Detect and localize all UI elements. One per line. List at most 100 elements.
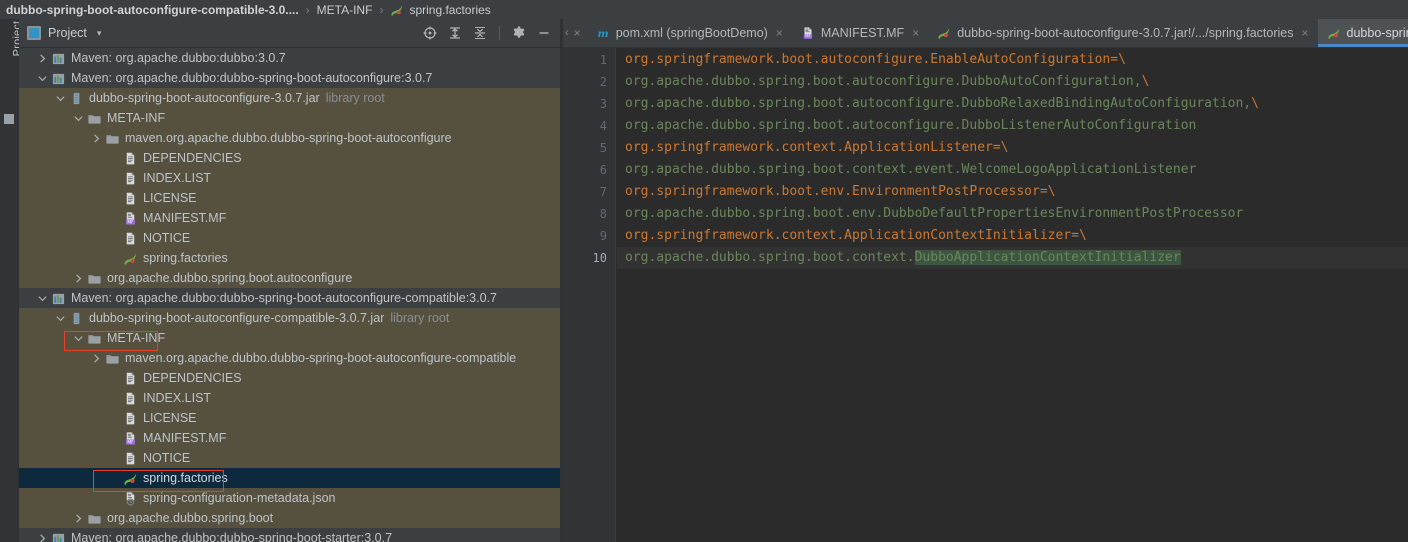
collapse-all-icon[interactable] [472,25,488,41]
chevron-down-icon[interactable] [37,73,48,84]
editor-tab[interactable]: dubbo-spring-boot-autoconfigure-3.0.7.ja… [928,19,1318,47]
code-line[interactable]: org.springframework.context.ApplicationC… [617,225,1408,247]
tree-item-label: MANIFEST.MF [143,431,227,445]
chevron-right-icon[interactable] [73,513,84,524]
close-icon[interactable]: × [574,26,581,40]
tree-row[interactable]: LICENSE [19,188,560,208]
tree-row[interactable]: maven.org.apache.dubbo.dubbo-spring-boot… [19,348,560,368]
tree-row[interactable]: NOTICE [19,228,560,248]
tree-row[interactable]: dubbo-spring-boot-autoconfigure-compatib… [19,308,560,328]
chevron-down-icon[interactable] [55,93,66,104]
breadcrumb-item[interactable]: dubbo-spring-boot-autoconfigure-compatib… [6,3,299,17]
tree-row[interactable]: DEPENDENCIES [19,368,560,388]
code-line[interactable]: org.apache.dubbo.spring.boot.context.Dub… [617,247,1408,269]
chevron-down-icon[interactable] [73,113,84,124]
tree-row[interactable]: dubbo-spring-boot-autoconfigure-3.0.7.ja… [19,88,560,108]
tree-row[interactable]: spring.factories [19,468,560,488]
chevron-right-icon[interactable] [37,533,48,542]
editor-tab[interactable]: m pom.xml (springBootDemo) × [586,19,792,47]
tree-row[interactable]: Maven: org.apache.dubbo:dubbo-spring-boo… [19,528,560,542]
line-number: 10 [592,251,607,265]
close-icon[interactable]: × [1302,26,1309,40]
jar-icon [73,92,80,104]
tree-row[interactable]: spring.factories [19,248,560,268]
close-icon[interactable]: × [776,26,783,40]
breadcrumb-item[interactable]: META-INF [317,3,373,17]
tree-row[interactable]: org.apache.dubbo.spring.boot [19,508,560,528]
spring-leaf-icon [1327,27,1339,40]
breadcrumb-item[interactable]: spring.factories [390,3,491,17]
tree-item-label: INDEX.LIST [143,391,212,405]
tree-row[interactable]: NOTICE [19,448,560,468]
tree-row[interactable]: Maven: org.apache.dubbo:dubbo-spring-boo… [19,68,560,88]
code-line[interactable]: org.apache.dubbo.spring.boot.context.eve… [617,159,1408,181]
spring-leaf-icon [391,4,403,16]
manifest-file-icon: MF [803,27,813,39]
code-content[interactable]: org.springframework.boot.autoconfigure.E… [617,48,1408,542]
text-file-icon [126,192,135,204]
chevron-right-icon[interactable] [91,353,102,364]
tree-row[interactable]: spring-configuration-metadata.json [19,488,560,508]
chevron-right-icon[interactable] [37,53,48,64]
close-icon[interactable]: × [912,26,919,40]
tree-item-label: org.apache.dubbo.spring.boot [107,511,274,525]
chevron-down-icon[interactable]: ▾ [97,28,102,39]
text-file-icon [126,172,135,184]
tree-item-label: org.apache.dubbo.spring.boot.autoconfigu… [107,271,353,285]
tree-row[interactable]: MF MANIFEST.MF [19,208,560,228]
breadcrumb-label: META-INF [316,2,373,17]
line-number-gutter: 1 2 3 4 5 6 7 8 9 10 [563,48,616,542]
tree-row[interactable]: INDEX.LIST [19,388,560,408]
tree-row[interactable]: Maven: org.apache.dubbo:dubbo:3.0.7 [19,48,560,68]
tree-item-label: DEPENDENCIES [143,371,242,385]
code-line[interactable]: org.springframework.context.ApplicationL… [617,137,1408,159]
tree-item-label: NOTICE [143,451,191,465]
chevron-down-icon[interactable] [37,293,48,304]
breadcrumb-label: dubbo-spring-boot-autoconfigure-compatib… [6,2,299,17]
line-number: 6 [599,163,607,177]
code-token: org.springframework.boot.env.Environment… [625,184,1056,199]
tree-item-label: DEPENDENCIES [143,151,242,165]
tree-item-label: dubbo-spring-boot-autoconfigure-compatib… [89,311,385,325]
code-token: org.apache.dubbo.spring.boot.autoconfigu… [625,96,1252,111]
tree-row[interactable]: META-INF [19,328,560,348]
spring-leaf-icon [938,27,950,40]
expand-all-icon[interactable] [447,25,463,41]
tree-row[interactable]: LICENSE [19,408,560,428]
tree-item-label: Maven: org.apache.dubbo:dubbo:3.0.7 [71,51,286,65]
chevron-right-icon[interactable] [73,273,84,284]
code-line[interactable]: org.springframework.boot.autoconfigure.E… [617,49,1408,71]
tree-row[interactable]: DEPENDENCIES [19,148,560,168]
tree-row[interactable]: maven.org.apache.dubbo.dubbo-spring-boot… [19,128,560,148]
tree-row[interactable]: Maven: org.apache.dubbo:dubbo-spring-boo… [19,288,560,308]
chevron-down-icon[interactable] [55,313,66,324]
editor-tab[interactable]: MF MANIFEST.MF × [791,19,929,47]
manifest-file-icon: MF [126,431,135,445]
editor-tab-bar: ‹ × m pom.xml (springBootDemo) × MF MANIFEST.M… [563,19,1408,48]
editor-tab-active[interactable]: dubbo-spring-boo [1317,19,1408,47]
editor-tab-label: dubbo-spring-boo [1346,26,1408,40]
code-line[interactable]: org.apache.dubbo.spring.boot.autoconfigu… [617,115,1408,137]
chevron-down-icon[interactable] [73,333,84,344]
tree-item-label: spring.factories [143,471,228,485]
minimize-icon[interactable] [536,25,552,41]
code-line[interactable]: org.apache.dubbo.spring.boot.autoconfigu… [617,93,1408,115]
text-file-icon [126,452,135,464]
tree-row[interactable]: INDEX.LIST [19,168,560,188]
tree-row[interactable]: MF MANIFEST.MF [19,428,560,448]
chevron-right-icon[interactable] [91,133,102,144]
tree-item-label: MANIFEST.MF [143,211,227,225]
code-editor[interactable]: 1 2 3 4 5 6 7 8 9 10 org.springframework.boot.aut… [563,48,1408,542]
project-tree[interactable]: Maven: org.apache.dubbo:dubbo:3.0.7 Maven… [19,48,560,542]
code-line[interactable]: org.springframework.boot.env.Environment… [617,181,1408,203]
tree-row[interactable]: META-INF [19,108,560,128]
tab-scroll-close[interactable]: ‹ × [563,19,587,47]
code-line[interactable]: org.apache.dubbo.spring.boot.autoconfigu… [617,71,1408,93]
locate-target-icon[interactable] [422,25,438,41]
tree-row[interactable]: org.apache.dubbo.spring.boot.autoconfigu… [19,268,560,288]
code-line[interactable]: org.apache.dubbo.spring.boot.env.DubboDe… [617,203,1408,225]
code-token: org.springframework.boot.autoconfigure.E… [625,52,1126,67]
spring-leaf-icon [124,472,137,485]
gear-icon[interactable] [511,25,527,41]
jar-icon [73,312,80,324]
